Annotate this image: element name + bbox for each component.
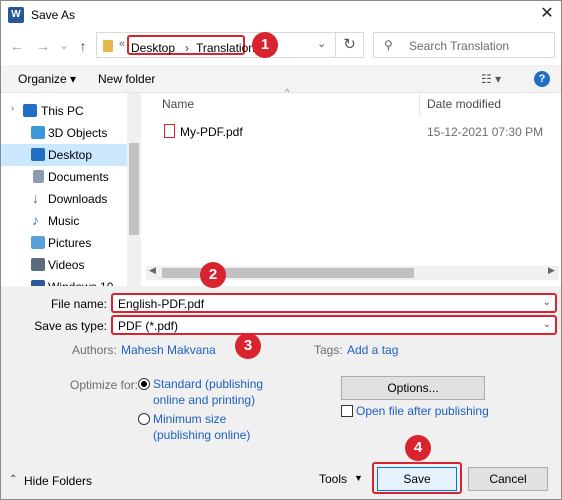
optimize-label: Optimize for: (70, 378, 139, 392)
toolbar: Organize ▾ New folder ☷ ▾ ? (1, 65, 561, 93)
close-icon[interactable]: ✕ (536, 4, 558, 24)
save-type-value: PDF (*.pdf) (118, 319, 179, 333)
file-name: My-PDF.pdf (180, 125, 243, 139)
sort-ascending-icon: ^ (285, 87, 290, 97)
option-text-line: online and printing) (153, 393, 256, 407)
add-tag-link[interactable]: Add a tag (347, 343, 398, 357)
scroll-left-icon[interactable]: ◀ (149, 265, 156, 276)
title-bar: W Save As ✕ (1, 1, 561, 29)
sidebar-item-videos[interactable]: Videos (1, 254, 127, 276)
refresh-icon[interactable]: ↻ (336, 32, 364, 58)
new-folder-button[interactable]: New folder (98, 72, 155, 86)
recent-locations-icon[interactable]: ⌄ (56, 37, 72, 55)
tools-button[interactable]: Tools (319, 472, 347, 486)
video-icon (31, 258, 45, 271)
step-badge-3: 3 (235, 333, 261, 359)
word-icon: W (8, 7, 24, 23)
search-input[interactable]: Search Translation (409, 39, 509, 53)
chevron-down-icon[interactable]: ⌄ (543, 297, 551, 308)
help-icon[interactable]: ? (534, 71, 550, 87)
sidebar-item-3d-objects[interactable]: 3D Objects (1, 122, 127, 144)
sidebar-item-label: Pictures (48, 236, 92, 250)
pdf-icon (164, 124, 175, 138)
step-badge-4: 4 (405, 435, 431, 461)
cancel-button[interactable]: Cancel (468, 467, 548, 491)
window-title: Save As (31, 8, 76, 22)
sidebar-item-label: 3D Objects (48, 126, 108, 140)
folder-icon (103, 40, 113, 52)
tags-label: Tags: (314, 343, 343, 357)
organize-button[interactable]: Organize ▾ (18, 72, 76, 86)
address-bar[interactable]: « Desktop › Translation ⌄ (96, 32, 336, 58)
address-dropdown-icon[interactable]: ⌄ (317, 37, 326, 50)
navigation-pane: › This PC 3D Objects Desktop Documents ↓… (1, 93, 127, 288)
sidebar-item-label: This PC (41, 104, 84, 118)
authors-label: Authors: (72, 343, 117, 357)
open-after-publish-label[interactable]: Open file after publishing (356, 404, 489, 418)
scrollbar-thumb[interactable] (129, 143, 139, 235)
step-badge-2: 2 (200, 262, 226, 288)
save-type-select[interactable]: PDF (*.pdf) ⌄ (111, 315, 557, 335)
sidebar-item-label: Videos (48, 258, 85, 272)
file-date: 15-12-2021 07:30 PM (427, 125, 544, 139)
sidebar-item-desktop[interactable]: Desktop (1, 144, 127, 166)
file-name-label: File name: (50, 297, 107, 311)
forward-arrow-icon[interactable]: → (35, 37, 51, 55)
pc-icon (23, 104, 37, 117)
hide-folders-button[interactable]: Hide Folders (24, 474, 92, 488)
sidebar-item-label: Downloads (48, 192, 108, 206)
save-type-label: Save as type: (34, 319, 107, 333)
option-text-line: Minimum size (153, 412, 227, 426)
step-badge-1: 1 (252, 32, 278, 58)
sidebar-item-pictures[interactable]: Pictures (1, 232, 127, 254)
standard-radio[interactable] (138, 378, 150, 390)
navigation-scrollbar[interactable] (127, 93, 141, 288)
column-divider[interactable] (419, 94, 420, 116)
standard-option[interactable]: Standard (publishing online and printing… (153, 376, 263, 408)
file-row[interactable]: My-PDF.pdf 15-12-2021 07:30 PM (146, 121, 556, 143)
sidebar-item-label: Music (48, 214, 80, 228)
breadcrumb-translation[interactable]: Translation (196, 41, 255, 55)
document-icon (33, 170, 44, 183)
column-header-name[interactable]: Name (162, 97, 194, 115)
tools-dropdown-icon[interactable]: ▼ (354, 473, 363, 483)
sidebar-item-documents[interactable]: Documents (1, 166, 127, 188)
desktop-icon (31, 148, 45, 161)
cube-icon (31, 126, 45, 139)
minimum-size-option[interactable]: Minimum size (publishing online) (153, 411, 250, 443)
open-after-publish-checkbox[interactable] (341, 405, 353, 417)
sidebar-item-label: Documents (48, 170, 109, 184)
collapse-up-icon[interactable]: ⌃ (9, 474, 17, 485)
search-box[interactable]: ⚲ Search Translation (373, 32, 555, 58)
sidebar-item-downloads[interactable]: ↓ Downloads (1, 188, 127, 210)
save-as-dialog: W Save As ✕ ← → ⌄ ↑ « Desktop › Translat… (0, 0, 562, 500)
back-arrow-icon[interactable]: ← (9, 37, 25, 55)
option-text-line: (publishing online) (153, 428, 251, 442)
options-button[interactable]: Options... (341, 376, 485, 400)
option-text-line: Standard (publishing (153, 377, 264, 391)
column-header-date[interactable]: Date modified (427, 97, 501, 115)
chevron-down-icon[interactable]: ⌄ (543, 319, 551, 330)
download-icon: ↓ (32, 190, 39, 206)
sidebar-item-label: Desktop (48, 148, 93, 162)
breadcrumb-separator[interactable]: › (185, 41, 189, 55)
scroll-right-icon[interactable]: ▶ (548, 265, 555, 276)
picture-icon (31, 236, 45, 249)
sidebar-item-music[interactable]: ♪ Music (1, 210, 127, 232)
authors-value[interactable]: Mahesh Makvana (121, 343, 216, 357)
sidebar-item-this-pc[interactable]: › This PC (1, 100, 127, 122)
breadcrumb-overflow[interactable]: « (119, 38, 125, 50)
up-arrow-icon[interactable]: ↑ (75, 37, 91, 55)
file-name-field[interactable]: English-PDF.pdf ⌄ (111, 293, 557, 313)
search-icon: ⚲ (384, 38, 393, 52)
minimum-size-radio[interactable] (138, 413, 150, 425)
music-icon: ♪ (32, 212, 39, 228)
breadcrumb: Desktop › Translation (127, 35, 255, 55)
breadcrumb-desktop[interactable]: Desktop (131, 41, 175, 55)
view-options-icon[interactable]: ☷ ▾ (481, 72, 501, 86)
expand-chevron-icon[interactable]: › (11, 103, 14, 113)
save-button[interactable]: Save (377, 467, 457, 491)
file-name-input[interactable]: English-PDF.pdf (118, 297, 204, 311)
